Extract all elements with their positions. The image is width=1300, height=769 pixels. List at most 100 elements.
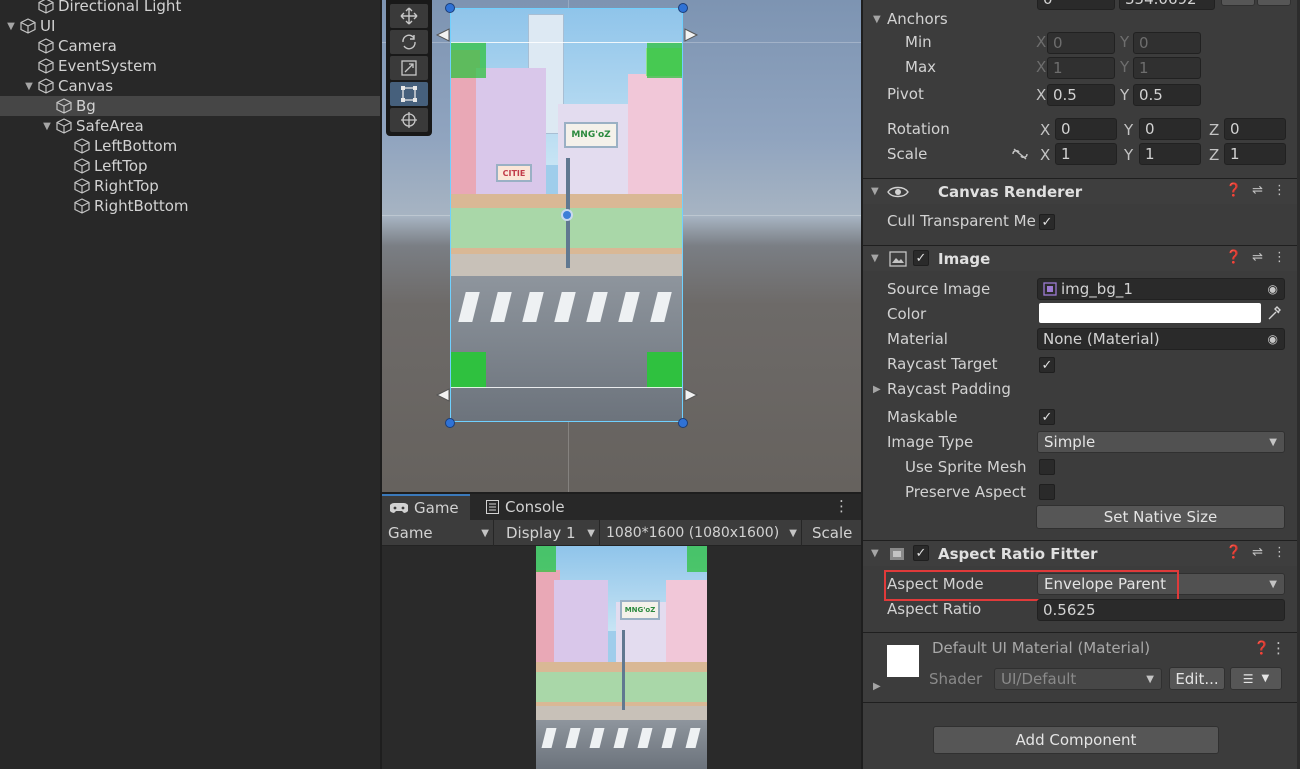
- maskable-checkbox[interactable]: ✓: [1039, 409, 1055, 425]
- anchor-bottom-right-icon[interactable]: [684, 388, 698, 402]
- raycast-padding-fold-icon[interactable]: ▶: [873, 384, 881, 395]
- help-icon[interactable]: ❓: [1254, 641, 1270, 656]
- hierarchy-item[interactable]: ▼ UI: [0, 16, 380, 36]
- game-view[interactable]: MNG'oZ: [382, 546, 861, 769]
- hierarchy-item[interactable]: ▼ SafeArea: [0, 116, 380, 136]
- transform-tool-icon[interactable]: [390, 108, 428, 132]
- anchors-max-x-field[interactable]: 1: [1047, 57, 1115, 79]
- hierarchy-item[interactable]: RightTop: [0, 176, 380, 196]
- rect-handle-top-right[interactable]: [678, 3, 688, 13]
- hierarchy-item[interactable]: Camera: [0, 36, 380, 56]
- material-field[interactable]: None (Material) ◉: [1037, 328, 1285, 350]
- shader-options-button[interactable]: ☰ ▼: [1230, 667, 1282, 690]
- anchors-max-y-field[interactable]: 1: [1133, 57, 1201, 79]
- cull-transparent-checkbox[interactable]: ✓: [1039, 214, 1055, 230]
- scale-slider-label[interactable]: Scale: [806, 520, 861, 546]
- expand-arrow-icon[interactable]: ▼: [40, 116, 54, 136]
- pivot-handle[interactable]: [561, 209, 573, 221]
- raw-edit-button[interactable]: [1257, 0, 1291, 6]
- context-menu-icon[interactable]: ⋮: [1271, 639, 1286, 657]
- scale-tool-icon[interactable]: [390, 56, 428, 80]
- material-value: None (Material): [1043, 330, 1160, 348]
- anchors-min-x-field[interactable]: 0: [1047, 32, 1115, 54]
- rect-handle-bottom-right[interactable]: [678, 418, 688, 428]
- aspect-ratio-fitter-enabled-checkbox[interactable]: ✓: [913, 545, 929, 561]
- presets-icon[interactable]: ⇌: [1252, 250, 1263, 265]
- scene-view[interactable]: MNG'oZ CITIE: [382, 0, 861, 492]
- context-menu-icon[interactable]: ⋮: [1273, 250, 1286, 265]
- anchors-max-label: Max: [905, 58, 937, 76]
- scale-x-field[interactable]: 1: [1055, 143, 1117, 165]
- context-menu-icon[interactable]: ⋮: [1273, 183, 1286, 198]
- game-toolbar: Game ▼ Display 1 ▼ 1080*1600 (1080x1600) ▼ …: [382, 520, 861, 546]
- help-icon[interactable]: ❓: [1226, 250, 1242, 265]
- aspect-ratio-fitter-fold-icon[interactable]: ▼: [871, 548, 879, 559]
- object-picker-icon[interactable]: ◉: [1268, 282, 1278, 296]
- anchor-top-left-icon[interactable]: [436, 28, 450, 42]
- image-enabled-checkbox[interactable]: ✓: [913, 250, 929, 266]
- hierarchy-item[interactable]: LeftBottom: [0, 136, 380, 156]
- anchor-bottom-left-icon[interactable]: [436, 388, 450, 402]
- image-fold-icon[interactable]: ▼: [871, 253, 879, 264]
- rect-field-top-a[interactable]: 0: [1037, 0, 1115, 10]
- anchor-top-right-icon[interactable]: [684, 28, 698, 42]
- hierarchy-item[interactable]: LeftTop: [0, 156, 380, 176]
- constrain-proportions-icon[interactable]: [1011, 147, 1029, 161]
- eyedropper-icon[interactable]: [1267, 305, 1281, 321]
- scale-z-field[interactable]: 1: [1224, 143, 1286, 165]
- anchors-min-y-field[interactable]: 0: [1133, 32, 1201, 54]
- rect-tool-icon[interactable]: [390, 82, 428, 106]
- hierarchy-item[interactable]: ▼ Canvas: [0, 76, 380, 96]
- tab-console[interactable]: Console: [478, 494, 573, 520]
- pivot-y-field[interactable]: 0.5: [1133, 84, 1201, 106]
- tab-game[interactable]: Game: [382, 494, 470, 520]
- image-type-dropdown[interactable]: Simple ▼: [1037, 431, 1285, 453]
- rotate-tool-icon[interactable]: [390, 30, 428, 54]
- hierarchy-item[interactable]: Directional Light: [0, 0, 380, 16]
- aspect-ratio-field[interactable]: 0.5625: [1037, 599, 1285, 621]
- add-component-button[interactable]: Add Component: [933, 726, 1219, 754]
- hierarchy-item[interactable]: EventSystem: [0, 56, 380, 76]
- rotation-z-field[interactable]: 0: [1224, 118, 1286, 140]
- rect-field-top-b[interactable]: 354.0692: [1119, 0, 1215, 10]
- set-native-size-button[interactable]: Set Native Size: [1036, 505, 1285, 529]
- rect-handle-top-left[interactable]: [445, 3, 455, 13]
- expand-arrow-icon[interactable]: ▼: [22, 76, 36, 96]
- source-image-field[interactable]: img_bg_1 ◉: [1037, 278, 1285, 300]
- use-sprite-mesh-checkbox[interactable]: [1039, 459, 1055, 475]
- tab-game-label: Game: [414, 499, 459, 517]
- raycast-padding-label[interactable]: Raycast Padding: [887, 380, 1011, 398]
- move-tool-icon[interactable]: [390, 4, 428, 28]
- anchors-fold-icon[interactable]: ▼: [873, 14, 881, 25]
- color-swatch[interactable]: [1039, 303, 1261, 323]
- hierarchy-item[interactable]: RightBottom: [0, 196, 380, 216]
- context-menu-icon[interactable]: ⋮: [1273, 545, 1286, 560]
- canvas-renderer-header[interactable]: ▼ Canvas Renderer ❓ ⇌ ⋮: [863, 178, 1300, 204]
- resolution-dropdown[interactable]: 1080*1600 (1080x1600) ▼: [600, 520, 802, 546]
- presets-icon[interactable]: ⇌: [1252, 183, 1263, 198]
- help-icon[interactable]: ❓: [1226, 183, 1242, 198]
- pivot-x-field[interactable]: 0.5: [1047, 84, 1115, 106]
- rotation-y-field[interactable]: 0: [1139, 118, 1201, 140]
- hierarchy-item-label: SafeArea: [76, 117, 144, 135]
- blueprint-button[interactable]: [1221, 0, 1255, 6]
- hierarchy-item[interactable]: Bg: [0, 96, 380, 116]
- rect-handle-bottom-left[interactable]: [445, 418, 455, 428]
- aspect-ratio-fitter-header[interactable]: ▼ ✓ Aspect Ratio Fitter ❓ ⇌ ⋮: [863, 540, 1300, 566]
- shader-dropdown[interactable]: UI/Default ▼: [994, 668, 1162, 690]
- presets-icon[interactable]: ⇌: [1252, 545, 1263, 560]
- edit-shader-button[interactable]: Edit...: [1169, 667, 1225, 690]
- display-dropdown[interactable]: Display 1 ▼: [500, 520, 600, 546]
- help-icon[interactable]: ❓: [1226, 545, 1242, 560]
- game-view-dropdown[interactable]: Game ▼: [382, 520, 494, 546]
- scale-y-field[interactable]: 1: [1139, 143, 1201, 165]
- canvas-renderer-fold-icon[interactable]: ▼: [871, 186, 879, 197]
- more-options-icon[interactable]: ⋮: [834, 497, 849, 515]
- preserve-aspect-checkbox[interactable]: [1039, 484, 1055, 500]
- image-header[interactable]: ▼ ✓ Image ❓ ⇌ ⋮: [863, 245, 1300, 271]
- rotation-x-field[interactable]: 0: [1055, 118, 1117, 140]
- object-picker-icon[interactable]: ◉: [1268, 332, 1278, 346]
- expand-arrow-icon[interactable]: ▼: [4, 16, 18, 36]
- material-fold-icon[interactable]: ▶: [873, 681, 881, 692]
- raycast-target-checkbox[interactable]: ✓: [1039, 357, 1055, 373]
